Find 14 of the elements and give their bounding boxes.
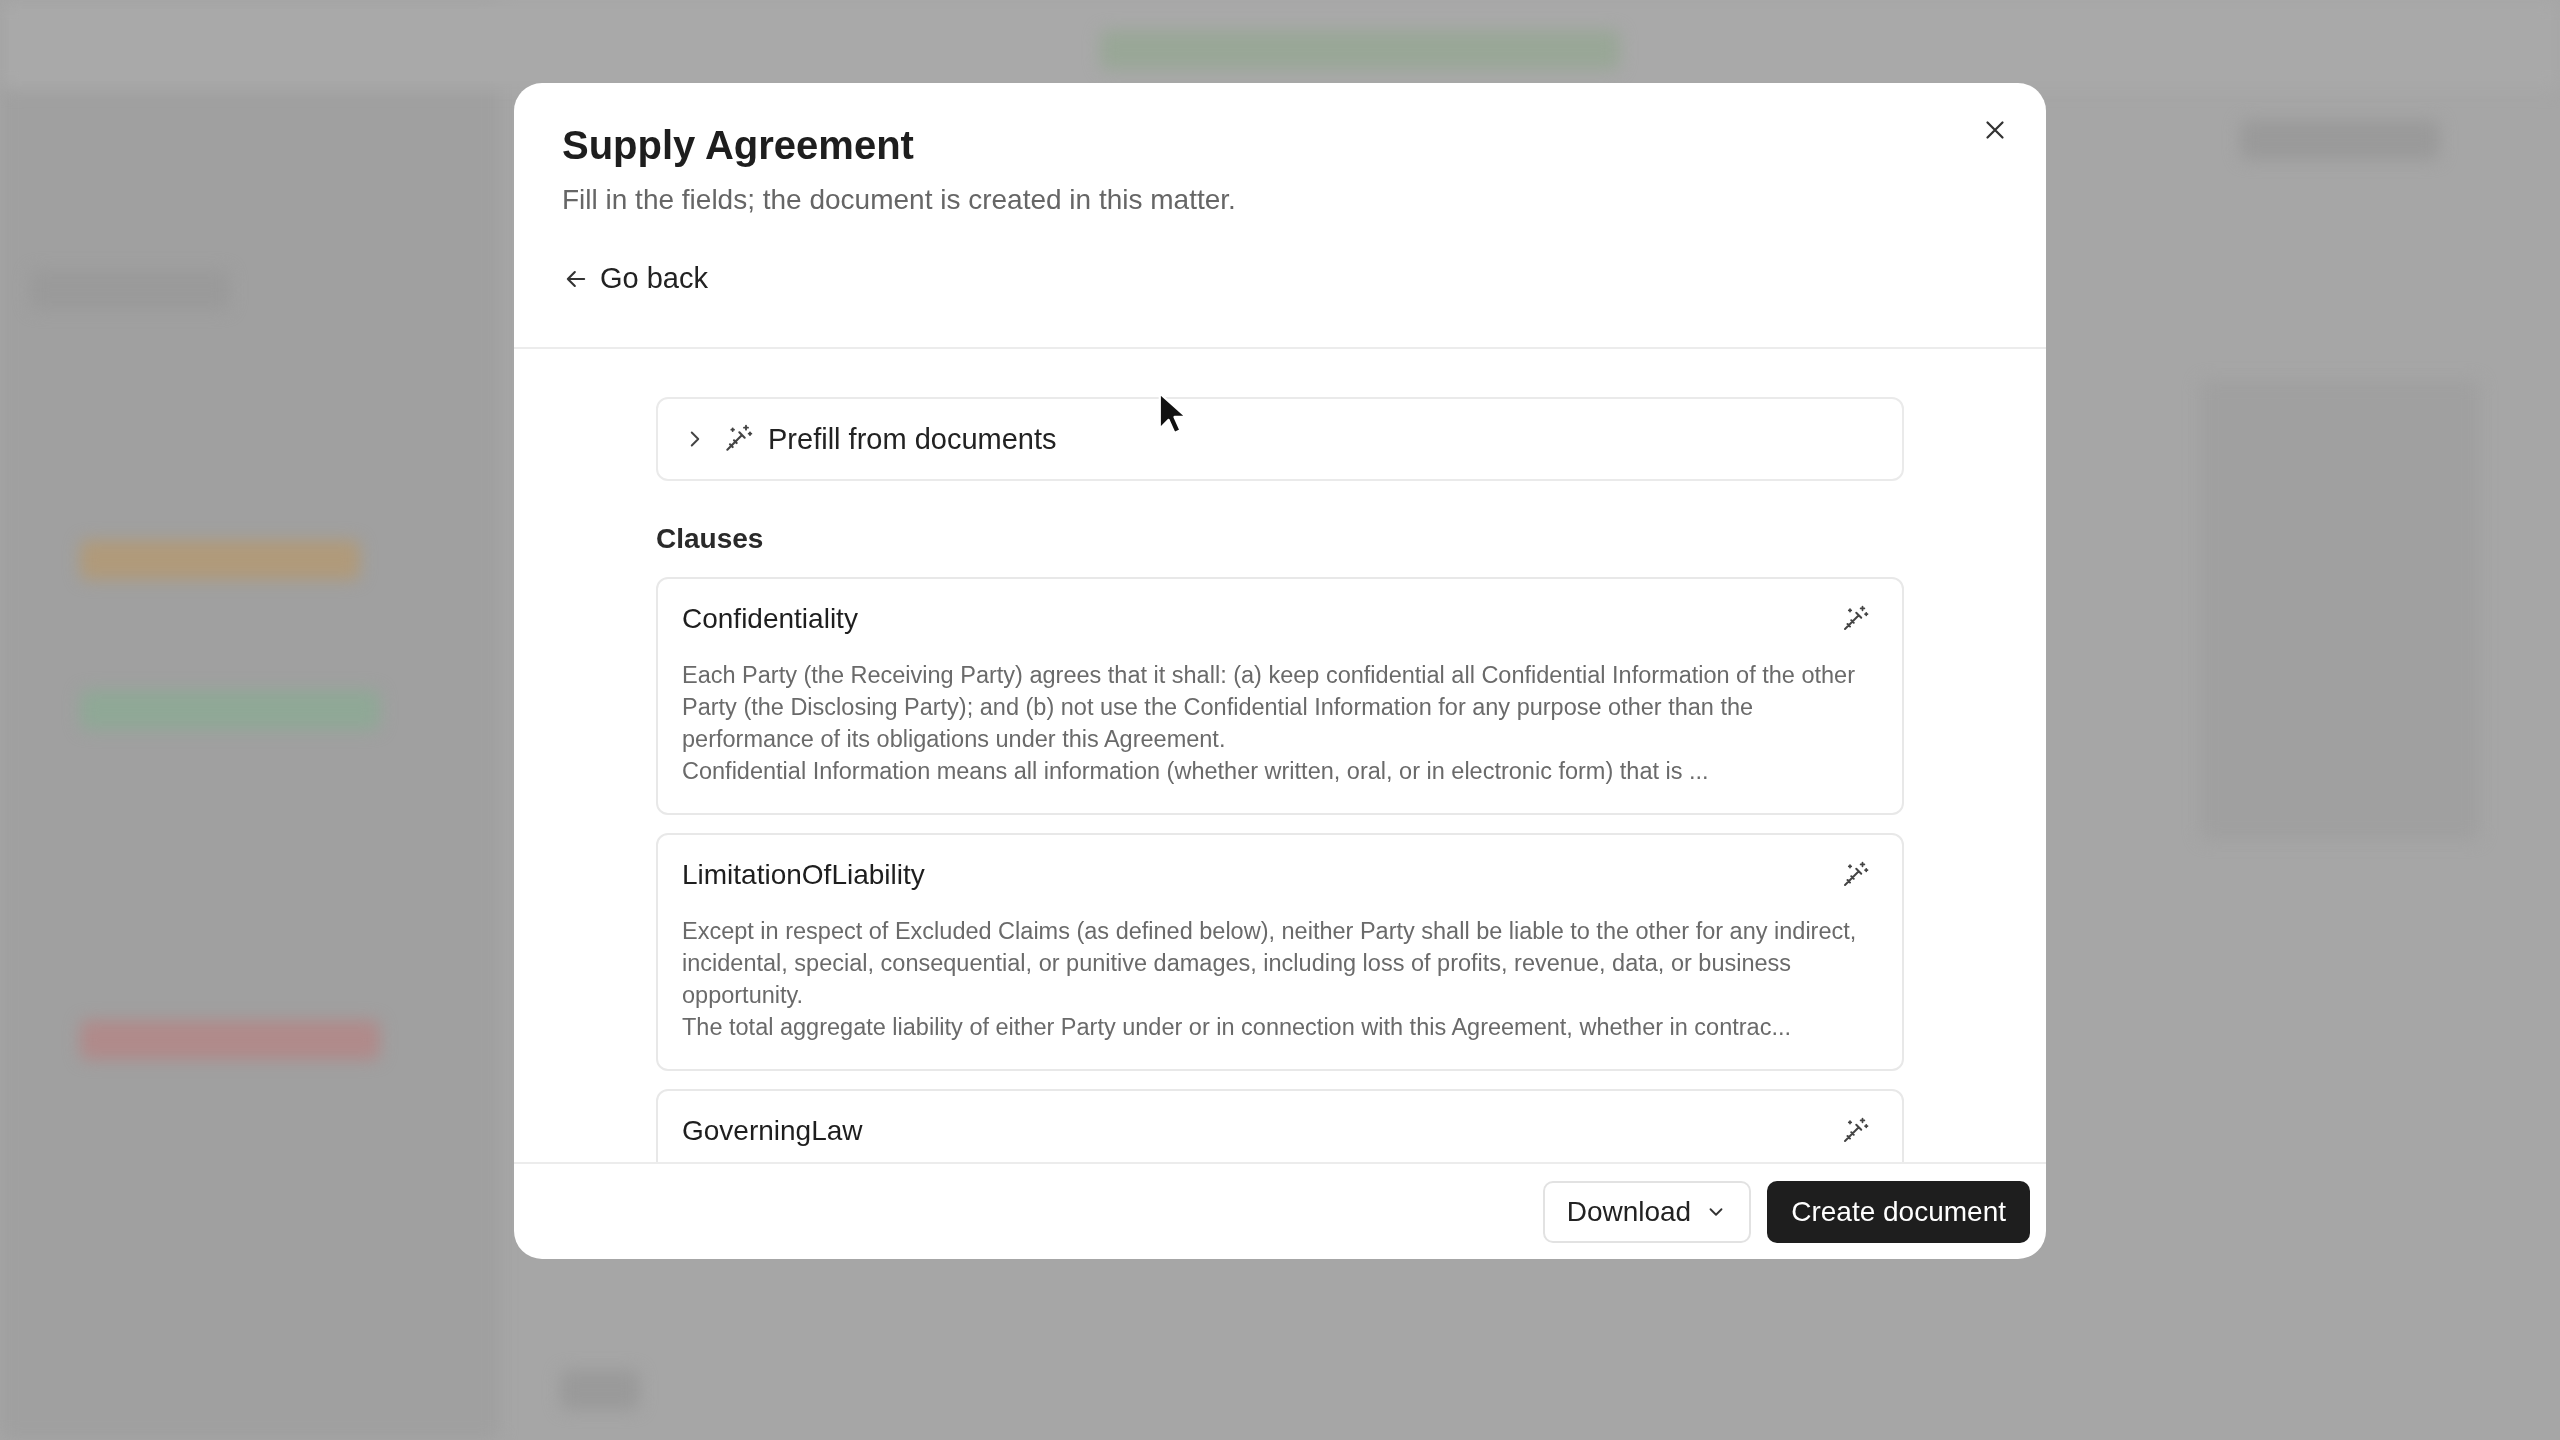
clause-title: LimitationOfLiability [682,859,925,891]
dialog-subtitle: Fill in the fields; the document is created in this matter. [562,184,1237,216]
dialog-title: Supply Agreement [562,123,915,168]
create-document-button[interactable]: Create document [1767,1180,2030,1243]
go-back-link[interactable]: Go back [562,262,708,295]
clause-title: GoverningLaw [682,1115,863,1147]
clause-text: Except in respect of Excluded Claims (as defined below), neither Party shall be liable to the other for any indirect, incidental, special, consequential, or punitive damages, including loss of profits, revenue, data, or business opportunity. [682,917,1858,1010]
clause-title: Confidentiality [682,603,858,635]
clause-text: Confidential Information means all information (whether written, oral, or in electronic form) that is ... [682,757,1710,786]
download-button[interactable]: Download [1542,1180,1752,1243]
prefill-toggle[interactable]: Prefill from documents [656,397,1904,481]
clause-text: Each Party (the Receiving Party) agrees that it shall: (a) keep confidential all Confidential Information of the other Party (the Disclosing Party); and (b) not use the Confidential Information for any purpose other than the performance of its obligations under this Agreement. [682,661,1856,754]
clause-text: The total aggregate liability of either Party under or in connection with this Agreement, whether in contrac... [682,1013,1793,1042]
section-heading: Clauses [656,523,765,555]
